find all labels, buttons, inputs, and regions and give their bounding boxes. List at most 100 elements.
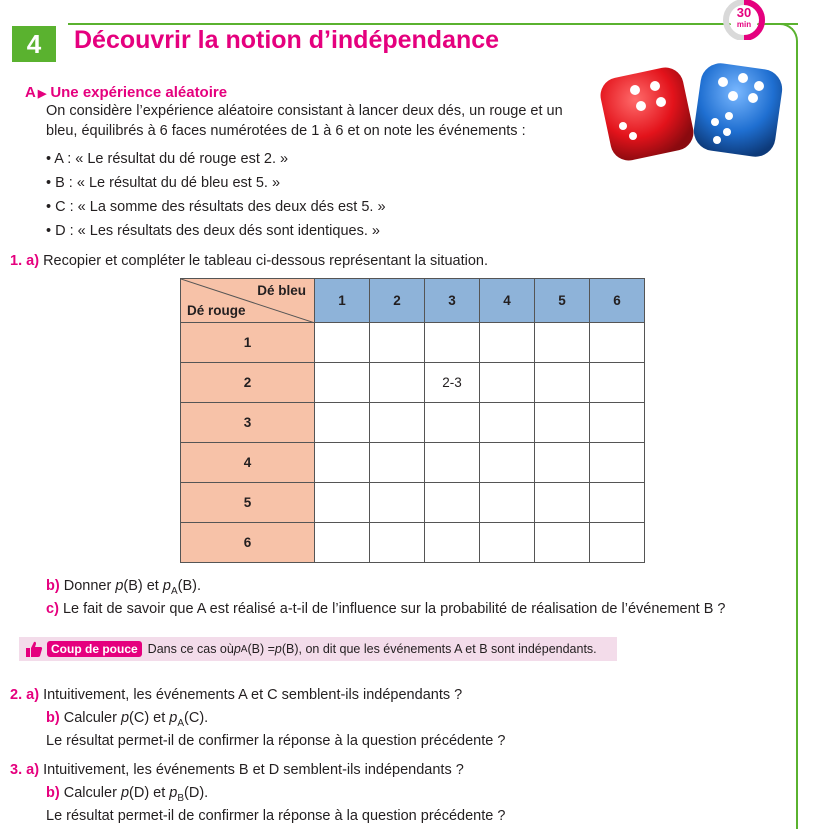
event-c: • C : « La somme des résultats des deux … [46,199,386,215]
table-cell [534,362,590,403]
prob-symbol: p [233,642,241,656]
question-text: (C). [184,710,209,726]
column-header: 6 [589,278,645,323]
table-cell [314,402,370,443]
table-cell [424,402,480,443]
table-cell [479,522,535,563]
table-cell [534,482,590,523]
table-row: 1 [180,322,645,363]
event-b: • B : « Le résultat du dé bleu est 5. » [46,175,281,191]
table-cell [424,442,480,483]
timer-value: 30 [736,5,752,20]
question-3b: b) Calculer p(D) et pB(D). [46,785,208,804]
table-cell [369,362,425,403]
table-cell [314,442,370,483]
play-arrow-icon: ▶ [37,88,47,100]
table-cell [479,402,535,443]
table-cell [314,362,370,403]
question-number: 2. [10,687,23,703]
question-text: (B) et [123,578,163,594]
hint-text: (B) = [247,642,275,656]
table-cell [589,522,645,563]
table-cell [314,522,370,563]
question-2a: 2. a) Intuitivement, les événements A et… [10,687,462,703]
table-cell [369,442,425,483]
question-text: (C) et [129,710,170,726]
row-header: 2 [180,362,315,403]
frame-top-border [68,23,798,25]
subquestion-label: b) [46,710,60,726]
corner-label-red: Dé rouge [187,303,246,318]
table-cell [534,442,590,483]
table-corner: Dé bleu Dé rouge [180,278,315,323]
subquestion-label: a) [26,762,40,778]
column-header: 4 [479,278,535,323]
event-a: • A : « Le résultat du dé rouge est 2. » [46,151,289,167]
column-header: 2 [369,278,425,323]
subquestion-label: b) [46,578,60,594]
question-3c: Le résultat permet-il de confirmer la ré… [46,808,506,824]
question-number: 3. [10,762,23,778]
table-cell [479,482,535,523]
table-cell [424,322,480,363]
table-row: 4 [180,442,645,483]
column-header: 1 [314,278,370,323]
timer-unit: min [736,20,752,29]
question-text: Donner [63,578,116,594]
table-cell [479,362,535,403]
prob-symbol: p [120,785,130,801]
table-cell [369,482,425,523]
question-text: Recopier et compléter le tableau ci-dess… [43,253,488,269]
table-row: 6 [180,522,645,563]
subquestion-label: a) [26,253,40,269]
question-text: Intuitivement, les événements A et C sem… [43,687,463,703]
blue-die-icon [693,63,783,157]
intro-line-1: On considère l’expérience aléatoire cons… [46,103,563,119]
subquestion-label: a) [26,687,40,703]
table-cell [424,522,480,563]
table-cell [314,322,370,363]
column-header: 5 [534,278,590,323]
dice-illustration [600,63,783,161]
table-cell [534,402,590,443]
hint-box: Coup de pouce Dans ce cas où p A (B) = p (B… [19,637,617,661]
question-3a: 3. a) Intuitivement, les événements B et… [10,762,464,778]
section-letter: A [25,84,36,101]
hint-text: Dans ce cas où [147,642,234,656]
page-title: Découvrir la notion d’indépendance [74,26,500,54]
table-cell [589,482,645,523]
table-cell [479,322,535,363]
row-header: 1 [180,322,315,363]
thumbs-up-icon [26,641,43,657]
intro-line-2: bleu, équilibrés à 6 faces numérotées de… [46,123,526,139]
table-cell: 2-3 [424,362,480,403]
question-text: Le fait de savoir que A est réalisé a-t-… [62,601,726,617]
table-cell [424,482,480,523]
question-1b: b) Donner p(B) et pA(B). [46,578,201,597]
row-header: 3 [180,402,315,443]
question-text: Calculer [63,710,121,726]
outcomes-table: Dé bleu Dé rouge 1 2 3 4 5 6 1 2 2-3 3 4… [180,278,645,563]
corner-label-blue: Dé bleu [257,283,306,298]
table-row: 2 2-3 [180,362,645,403]
table-cell [369,322,425,363]
table-cell [314,482,370,523]
question-text: (B). [177,578,201,594]
table-header-row: Dé bleu Dé rouge 1 2 3 4 5 6 [180,278,645,323]
table-cell [479,442,535,483]
question-text: (D) et [129,785,170,801]
question-text: (D). [184,785,209,801]
table-cell [589,442,645,483]
table-cell [589,362,645,403]
prob-symbol: p [274,642,282,656]
question-text: Calculer [63,785,121,801]
section-title: Une expérience aléatoire [50,84,228,101]
exercise-number: 4 [12,26,56,62]
red-die-icon [600,67,694,161]
prob-symbol: p [120,710,130,726]
table-cell [369,402,425,443]
row-header: 4 [180,442,315,483]
prob-symbol: p [162,578,171,594]
question-2b: b) Calculer p(C) et pA(C). [46,710,208,729]
row-header: 5 [180,482,315,523]
